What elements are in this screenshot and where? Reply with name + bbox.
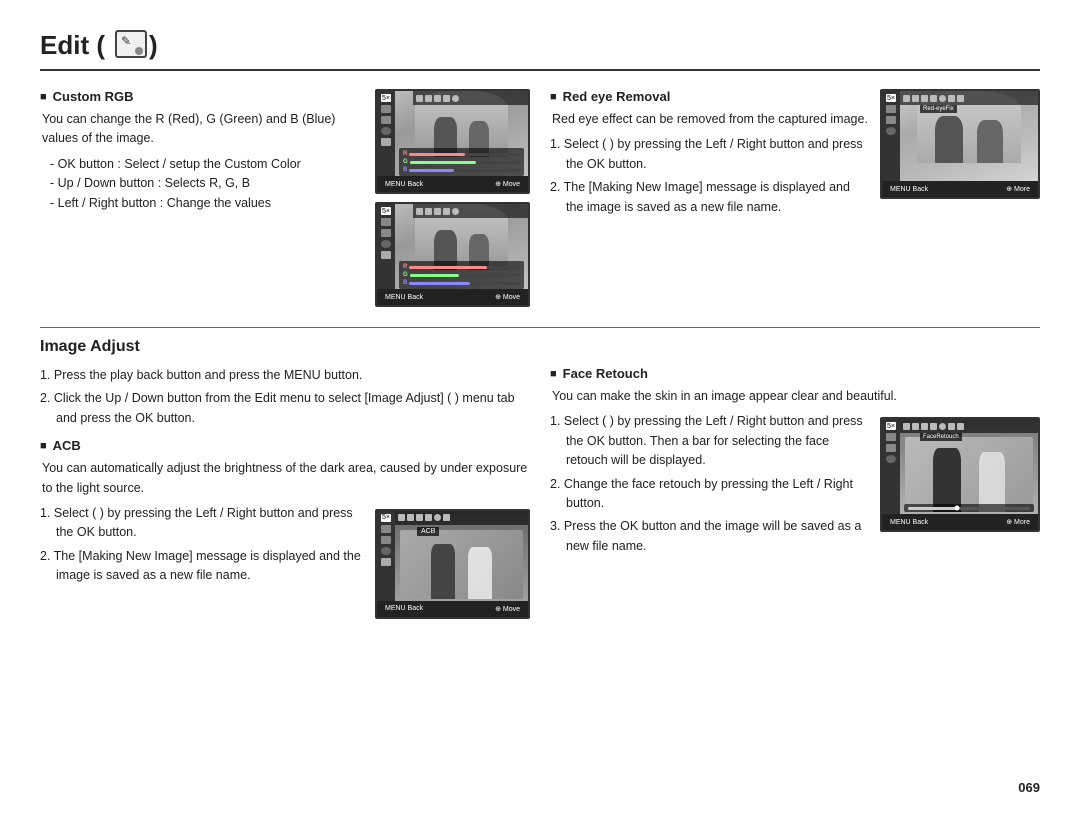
lower-right-column: Face Retouch You can make the skin in an… [550, 366, 1040, 619]
page-header: Edit ( ✎ ) [40, 30, 1040, 71]
cam-bottom-bar-1: MENU Back ⊕ Move [377, 176, 528, 192]
top-content: Custom RGB You can change the R (Red), G… [40, 89, 1040, 307]
face-step3: 3. Press the OK button and the image wil… [550, 517, 868, 556]
camera-screen-3: 5× [880, 89, 1040, 199]
lower-content: 1. Press the play back button and press … [40, 366, 1040, 619]
custom-rgb-bullet3: - Left / Right button : Change the value… [50, 194, 363, 213]
face-screen-wrapper: 5× [880, 412, 1040, 560]
cam-icons-row-2 [413, 204, 528, 218]
cam-bottom-bar-3: MENU Back ⊕ More [882, 181, 1038, 197]
cam-icon-2-2 [381, 218, 391, 226]
custom-rgb-screens: 5× [375, 89, 530, 307]
face-retouch-para1: You can make the skin in an image appear… [550, 387, 1040, 406]
cam-icon-4-3 [381, 536, 391, 544]
acb-step1: 1. Select ( ) by pressing the Left / Rig… [40, 504, 363, 543]
cam-icon-5-4 [886, 455, 896, 463]
acb-step2: 2. The [Making New Image] message is dis… [40, 547, 363, 586]
cam-icon-3-4 [886, 127, 896, 135]
camera-screen-2: 5× [375, 202, 530, 307]
cam-icon-4-1: 5× [381, 514, 391, 522]
acb-screen-wrapper: 5× [375, 504, 530, 619]
cam-icon-2-4 [381, 240, 391, 248]
custom-rgb-para1: You can change the R (Red), G (Green) an… [40, 110, 363, 149]
image-adjust-section: Image Adjust 1. Press the play back butt… [40, 327, 1040, 619]
cam-icon-2-5 [381, 251, 391, 259]
cam-icon-3 [381, 116, 391, 124]
cam-bottom-bar-5: MENU Back ⊕ More [882, 514, 1038, 530]
cam-icon-3-1: 5× [886, 94, 896, 102]
red-eye-step1: 1. Select ( ) by pressing the Left / Rig… [550, 135, 868, 174]
red-eye-header: Red eye Removal [550, 89, 868, 104]
edit-icon: ✎ [115, 30, 147, 58]
camera-screen-5: 5× [880, 417, 1040, 532]
cam-icon-4-2 [381, 525, 391, 533]
image-adjust-step1: 1. Press the play back button and press … [40, 366, 530, 385]
page-title: Edit ( [40, 30, 105, 61]
cam-icon-4 [381, 127, 391, 135]
custom-rgb-header: Custom RGB [40, 89, 363, 104]
red-eye-text: Red eye Removal Red eye effect can be re… [550, 89, 868, 221]
cam-icon-2 [381, 105, 391, 113]
acb-label: ACB [417, 527, 439, 536]
page: Edit ( ✎ ) Custom RGB You can change the… [0, 0, 1080, 815]
cam-icon-5 [381, 138, 391, 146]
cam-icons-row-1 [413, 91, 528, 105]
cam-icon-5-3 [886, 444, 896, 452]
cam-bottom-bar-4: MENU Back ⊕ Move [377, 601, 528, 617]
left-column: Custom RGB You can change the R (Red), G… [40, 89, 530, 307]
cam-icon-3-2 [886, 105, 896, 113]
custom-rgb-text: Custom RGB You can change the R (Red), G… [40, 89, 363, 307]
face-step1: 1. Select ( ) by pressing the Left / Rig… [550, 412, 868, 470]
acb-header: ACB [40, 438, 530, 453]
cam-icon-4-5 [381, 558, 391, 566]
image-adjust-step2: 2. Click the Up / Down button from the E… [40, 389, 530, 428]
lower-left-column: 1. Press the play back button and press … [40, 366, 530, 619]
red-eye-para1: Red eye effect can be removed from the c… [550, 110, 868, 129]
camera-screen-4: 5× [375, 509, 530, 619]
face-retouch-content: 1. Select ( ) by pressing the Left / Rig… [550, 412, 1040, 560]
face-retouch-steps: 1. Select ( ) by pressing the Left / Rig… [550, 412, 868, 560]
cam-icon-4-4 [381, 547, 391, 555]
face-retouch-header: Face Retouch [550, 366, 1040, 381]
acb-para1: You can automatically adjust the brightn… [40, 459, 530, 498]
red-eye-screen: 5× [880, 89, 1040, 221]
image-adjust-title: Image Adjust [40, 338, 1040, 356]
page-number: 069 [1018, 780, 1040, 795]
camera-screen-1: 5× [375, 89, 530, 194]
cam-icon-3-3 [886, 116, 896, 124]
cam-icon-2-3 [381, 229, 391, 237]
cam-icon-1: 5× [381, 94, 391, 102]
acb-content: 1. Select ( ) by pressing the Left / Rig… [40, 504, 530, 619]
face-step2: 2. Change the face retouch by pressing t… [550, 475, 868, 514]
cam-icon-2-1: 5× [381, 207, 391, 215]
cam-icon-5-1: 5× [886, 422, 896, 430]
right-column: Red eye Removal Red eye effect can be re… [550, 89, 1040, 307]
red-eye-step2: 2. The [Making New Image] message is dis… [550, 178, 868, 217]
cam-icon-5-2 [886, 433, 896, 441]
custom-rgb-bullet2: - Up / Down button : Selects R, G, B [50, 174, 363, 193]
face-retouch-label: FaceRetouch [920, 433, 962, 441]
cam-bottom-bar-2: MENU Back ⊕ Move [377, 289, 528, 305]
acb-steps: 1. Select ( ) by pressing the Left / Rig… [40, 504, 363, 619]
page-title-suffix: ) [149, 30, 158, 61]
red-eye-fix-label: Red-eyeFix [920, 105, 957, 113]
custom-rgb-bullet1: - OK button : Select / setup the Custom … [50, 155, 363, 174]
